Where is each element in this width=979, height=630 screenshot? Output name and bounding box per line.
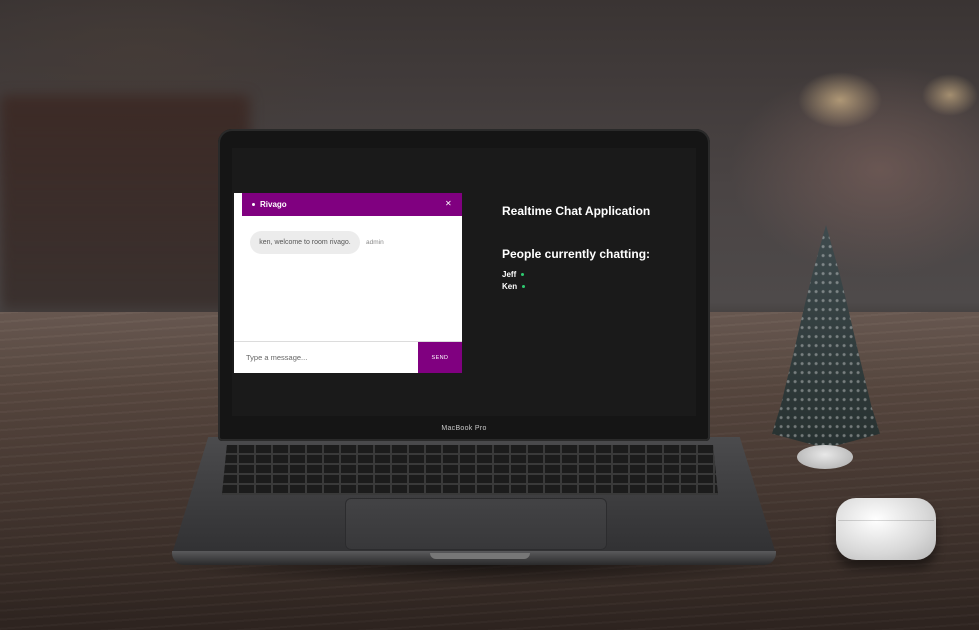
user-name: Jeff xyxy=(502,270,517,279)
laptop-brand-label: MacBook Pro xyxy=(441,425,487,432)
earbuds-case xyxy=(836,498,936,560)
user-list-item: Jeff xyxy=(502,270,525,279)
chat-header: Rivago ✕ xyxy=(242,193,462,216)
room-name: Rivago xyxy=(260,200,287,209)
keyboard-rows xyxy=(222,445,718,495)
trackpad xyxy=(345,498,607,550)
online-dot-icon xyxy=(521,273,525,277)
user-name: Ken xyxy=(502,282,518,291)
laptop-notch xyxy=(430,553,530,559)
send-button[interactable]: SEND xyxy=(418,342,462,373)
close-icon[interactable]: ✕ xyxy=(445,199,452,208)
online-indicator-icon xyxy=(252,203,255,206)
tree-stand xyxy=(797,445,853,469)
background-chair xyxy=(0,95,250,310)
message-input[interactable] xyxy=(234,342,416,372)
people-heading: People currently chatting: xyxy=(502,247,651,261)
message-author: admin xyxy=(366,239,384,246)
chat-window: Rivago ✕ ken, welcome to room rivago. ad… xyxy=(234,193,462,373)
laptop-screen: Rivago ✕ ken, welcome to room rivago. ad… xyxy=(232,148,696,416)
earbuds-case-seam xyxy=(838,520,934,521)
photo-scene: MacBook Pro Rivago ✕ ken, welcome to roo… xyxy=(0,0,979,630)
user-list-item: Ken xyxy=(502,282,526,291)
message-bubble: ken, welcome to room rivago. xyxy=(250,231,360,254)
online-dot-icon xyxy=(522,285,526,289)
app-title: Realtime Chat Application xyxy=(502,204,651,218)
